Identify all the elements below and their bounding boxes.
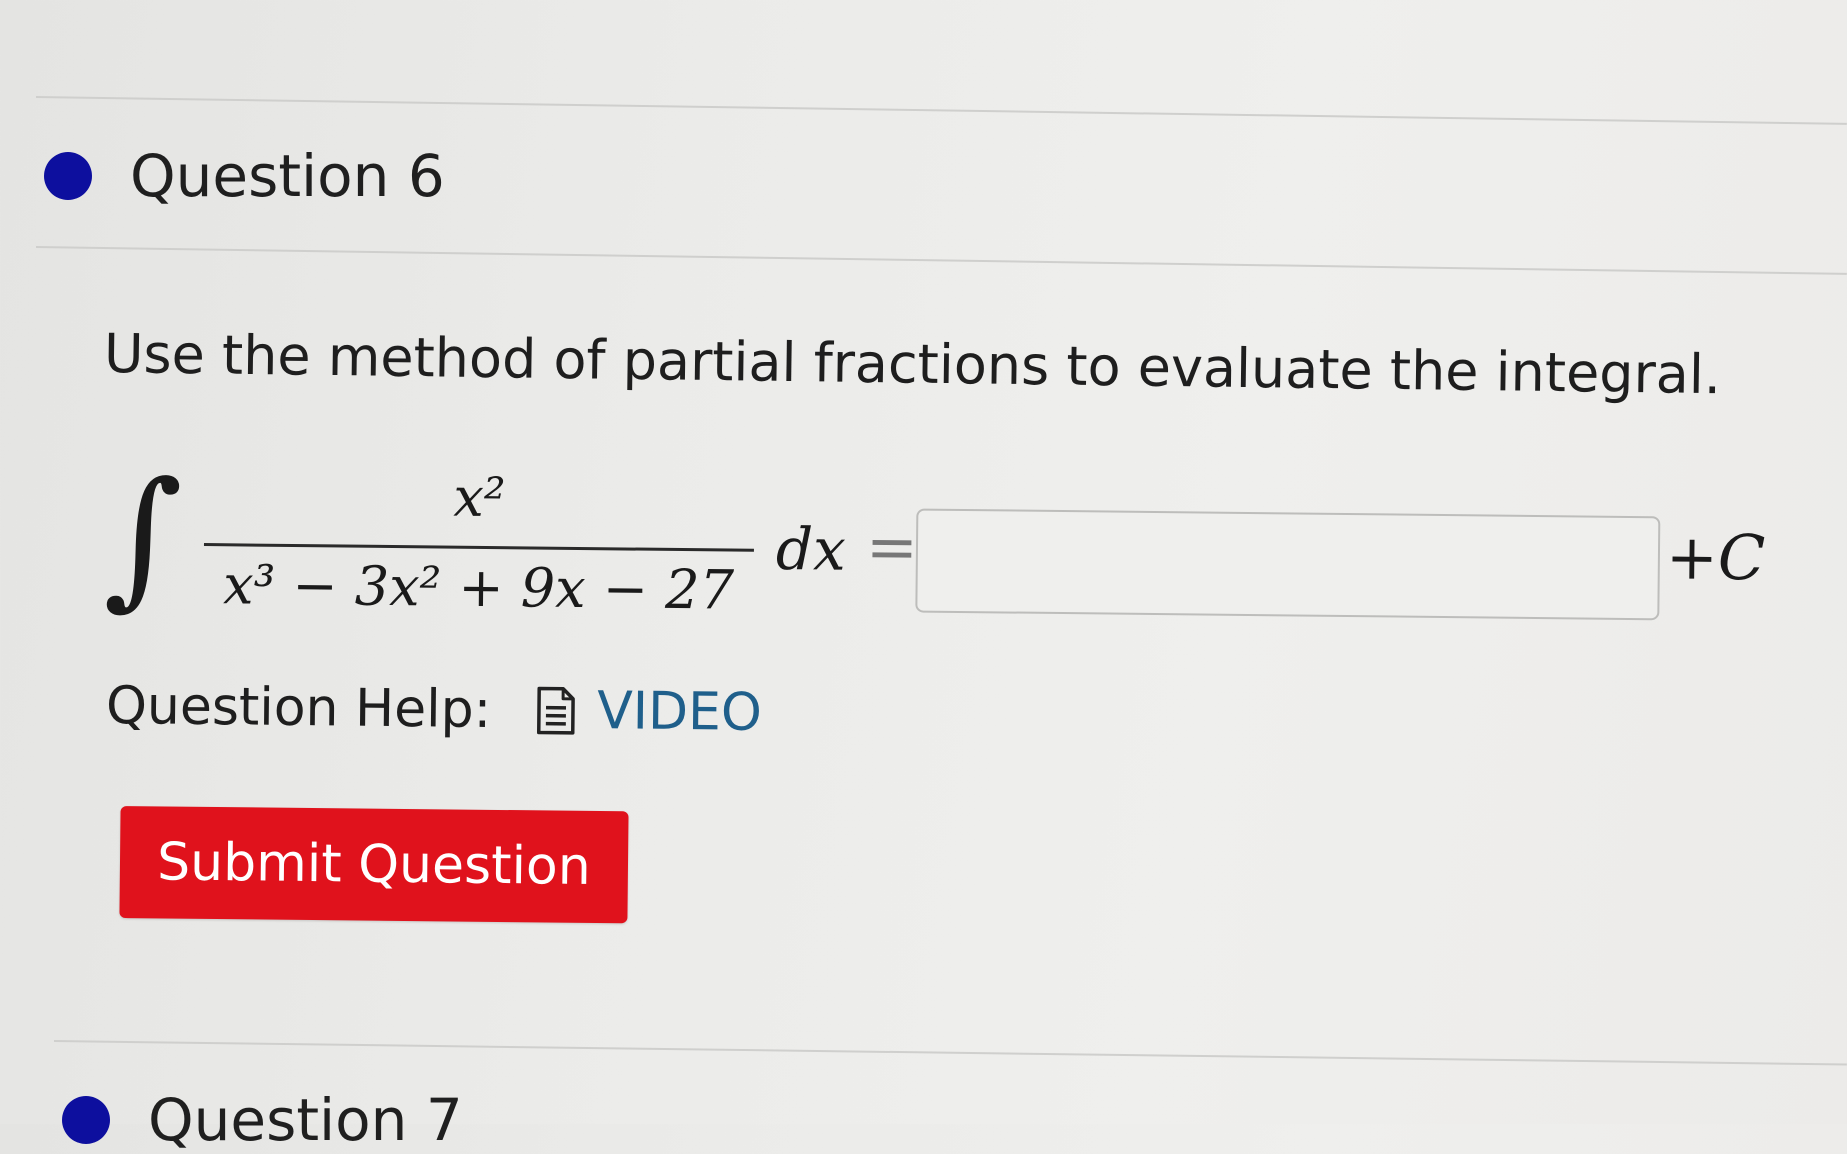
fraction-bar	[204, 543, 754, 552]
answer-input[interactable]	[915, 509, 1660, 621]
integrand-fraction: x² x³ − 3x² + 9x − 27	[203, 463, 755, 629]
video-help-link[interactable]: VIDEO	[597, 681, 762, 743]
header-divider	[36, 246, 1847, 275]
fraction-numerator: x²	[204, 463, 755, 533]
question-title: Question 6	[130, 142, 445, 210]
question-7-header: Question 7	[62, 1086, 463, 1154]
question-prompt: Use the method of partial fractions to e…	[104, 322, 1722, 406]
question-title: Question 7	[148, 1086, 463, 1154]
integral-expression: ∫ x² x³ − 3x² + 9x − 27 dx = +C	[103, 452, 1805, 650]
document-icon[interactable]	[535, 685, 578, 735]
differential: dx	[776, 515, 847, 584]
question-6-header: Question 6	[44, 142, 445, 210]
question-help-label: Question Help:	[106, 676, 492, 740]
top-divider	[36, 96, 1847, 125]
submit-question-button[interactable]: Submit Question	[119, 806, 628, 923]
question-status-dot	[62, 1096, 110, 1144]
constant-of-integration: +C	[1666, 520, 1766, 594]
question-status-dot	[44, 152, 92, 200]
bottom-divider	[54, 1040, 1847, 1065]
fraction-denominator: x³ − 3x² + 9x − 27	[203, 553, 754, 623]
integral-sign: ∫	[103, 452, 183, 623]
question-help: Question Help: VIDEO	[106, 676, 763, 743]
equals-sign: =	[866, 510, 919, 584]
